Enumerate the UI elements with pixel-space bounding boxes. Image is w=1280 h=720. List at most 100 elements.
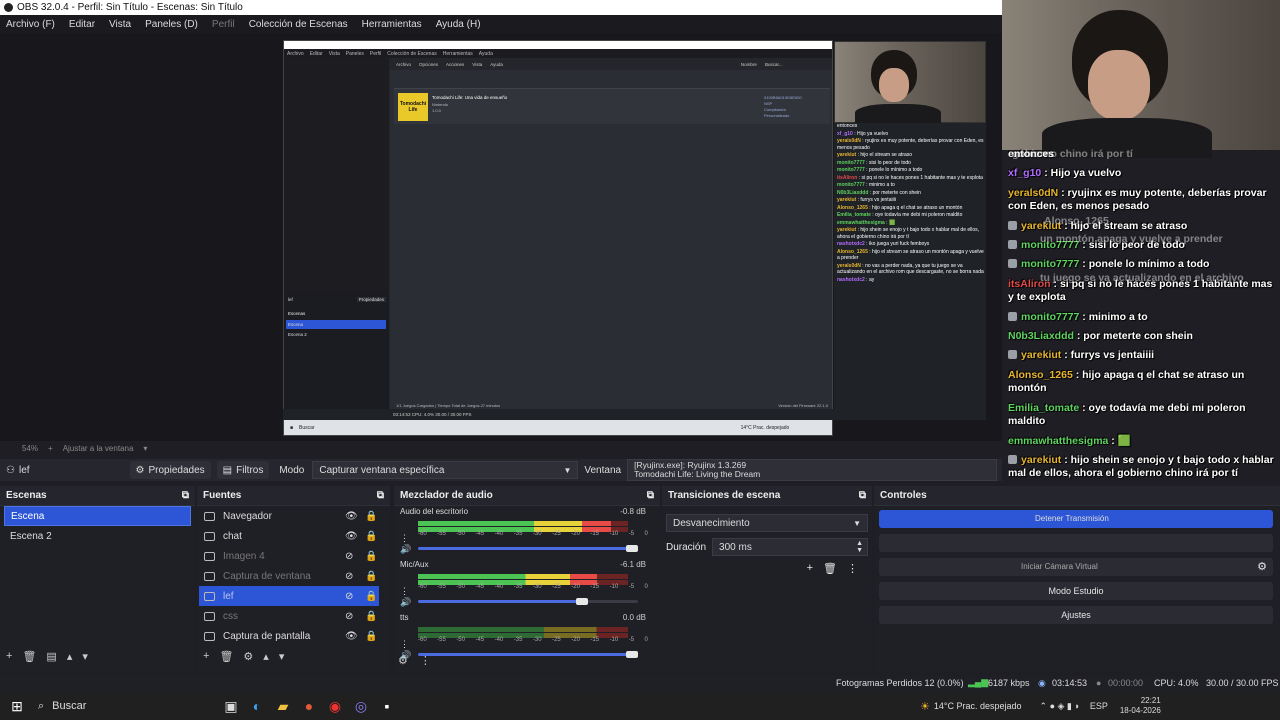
arrow-down-icon[interactable]: ▾ bbox=[82, 650, 88, 663]
trash-icon[interactable]: 🗑 bbox=[219, 650, 233, 663]
lock-icon[interactable]: 🔒 bbox=[365, 511, 377, 522]
tomodachi-app-icon[interactable]: ▪ bbox=[374, 693, 400, 719]
channel-menu-dots-icon[interactable]: ⋮ bbox=[400, 533, 409, 544]
scene-item[interactable]: Escena 2 bbox=[4, 526, 191, 546]
eye-icon[interactable]: 👁 bbox=[345, 531, 358, 542]
eye-icon[interactable]: 👁 bbox=[345, 511, 358, 522]
duration-input[interactable]: 300 ms ▲ ▼ bbox=[712, 538, 868, 556]
filters-button[interactable]: ▤ Filtros bbox=[216, 461, 270, 479]
source-item[interactable]: Navegador 👁 🔒 bbox=[199, 506, 379, 526]
add-icon[interactable]: + bbox=[6, 650, 12, 662]
source-item[interactable]: lef ⊘ 🔒 bbox=[199, 586, 379, 606]
channel-menu-dots-icon[interactable]: ⋮ bbox=[400, 639, 409, 650]
task-view-icon[interactable]: ▣ bbox=[218, 693, 244, 719]
menu-editar[interactable]: Editar bbox=[69, 19, 95, 30]
menu-dots-icon[interactable]: ⋮ bbox=[847, 562, 858, 575]
properties-button[interactable]: ⚙ Propiedades bbox=[129, 461, 211, 479]
menu-perfil[interactable]: Perfil bbox=[212, 19, 235, 30]
gear-icon[interactable]: ⚙ bbox=[1257, 560, 1267, 573]
menu-ayuda[interactable]: Ayuda (H) bbox=[436, 19, 481, 30]
lock-icon[interactable]: 🔒 bbox=[365, 591, 377, 602]
chat-ghost-text: tu juego se va actualizando en el archiv… bbox=[1040, 272, 1244, 284]
arrow-up-icon[interactable]: ▴ bbox=[67, 650, 73, 663]
scale-tick: -5 bbox=[628, 584, 635, 590]
obs-taskbar-icon[interactable]: ◎ bbox=[348, 693, 374, 719]
trash-icon[interactable]: 🗑 bbox=[22, 650, 36, 663]
volume-knob[interactable] bbox=[626, 545, 638, 552]
transitions-dock-header: Transiciones de escena ⧉ bbox=[662, 486, 872, 506]
lock-icon[interactable]: 🔒 bbox=[365, 611, 377, 622]
taskbar-search[interactable]: ⌕ Buscar bbox=[38, 700, 218, 713]
taskbar-language[interactable]: ESP bbox=[1090, 701, 1108, 711]
source-item[interactable]: Captura de pantalla 👁 🔒 bbox=[199, 626, 379, 646]
file-explorer-icon[interactable]: ▰ bbox=[270, 693, 296, 719]
channel-menu-dots-icon[interactable]: ⋮ bbox=[400, 586, 409, 597]
chrome-icon[interactable]: ◉ bbox=[322, 693, 348, 719]
source-item[interactable]: css ⊘ 🔒 bbox=[199, 606, 379, 626]
speaker-icon[interactable]: 🔊 bbox=[400, 597, 411, 608]
arrow-down-icon[interactable]: ▾ bbox=[279, 650, 285, 663]
chat-username: yerals0dN bbox=[1008, 186, 1059, 199]
tray-icons[interactable]: ⌃ ● ◈ ▮ ◗ bbox=[1040, 701, 1080, 712]
scale-tick: -60 bbox=[418, 531, 427, 537]
studio-mode-button[interactable]: Modo Estudio bbox=[879, 582, 1273, 600]
volume-slider[interactable] bbox=[418, 598, 638, 605]
source-item[interactable]: chat 👁 🔒 bbox=[199, 526, 379, 546]
volume-slider[interactable] bbox=[418, 651, 638, 658]
search-icon: ⌕ bbox=[38, 699, 45, 712]
virtual-camera-button[interactable]: Iniciar Cámara Virtual ⚙ bbox=[879, 558, 1273, 576]
zoom-fit[interactable]: Ajustar a la ventana bbox=[63, 444, 134, 453]
edge-icon[interactable]: ◐ bbox=[244, 693, 270, 719]
menu-coleccion-escenas[interactable]: Colección de Escenas bbox=[249, 19, 348, 30]
window-select[interactable]: [Ryujinx.exe]: Ryujinx 1.3.269 Tomodachi… bbox=[627, 459, 998, 481]
source-item[interactable]: Captura de ventana ⊘ 🔒 bbox=[199, 566, 379, 586]
spinner-icon[interactable]: ▲ ▼ bbox=[856, 540, 863, 554]
eye-hidden-icon[interactable]: ⊘ bbox=[345, 591, 353, 602]
transition-type-select[interactable]: Desvanecimiento ▼ bbox=[666, 514, 868, 532]
menu-dots-icon[interactable]: ⋮ bbox=[420, 654, 431, 667]
badge-icon bbox=[1008, 311, 1017, 321]
dock-undock-icon[interactable]: ⧉ bbox=[647, 490, 654, 501]
gear-icon[interactable]: ⚙ bbox=[398, 654, 408, 667]
add-icon[interactable]: + bbox=[807, 562, 813, 575]
start-recording-button[interactable] bbox=[879, 534, 1273, 552]
dock-undock-icon[interactable]: ⧉ bbox=[377, 490, 384, 501]
eye-hidden-icon[interactable]: ⊘ bbox=[345, 551, 353, 562]
windows-start-icon[interactable]: ⊞ bbox=[4, 693, 30, 719]
lock-icon[interactable]: 🔒 bbox=[365, 531, 377, 542]
lock-icon[interactable]: 🔒 bbox=[365, 571, 377, 582]
add-icon[interactable]: + bbox=[203, 650, 209, 662]
scene-item[interactable]: Escena bbox=[4, 506, 191, 526]
preview-chat-username: monito7777 bbox=[837, 182, 865, 188]
window-title: OBS 32.0.4 - Perfil: Sin Título - Escena… bbox=[17, 2, 243, 13]
microphone-app-icon[interactable]: ● bbox=[296, 693, 322, 719]
volume-knob[interactable] bbox=[576, 598, 589, 605]
stop-stream-button[interactable]: Detener Transmisión bbox=[879, 510, 1273, 528]
menu-paneles[interactable]: Paneles (D) bbox=[145, 19, 198, 30]
dock-undock-icon[interactable]: ⧉ bbox=[859, 490, 866, 501]
eye-icon[interactable]: 👁 bbox=[345, 631, 358, 642]
volume-slider[interactable] bbox=[418, 545, 638, 552]
source-item[interactable]: Imagen 4 ⊘ 🔒 bbox=[199, 546, 379, 566]
arrow-up-icon[interactable]: ▴ bbox=[263, 650, 269, 663]
mode-select[interactable]: Capturar ventana específica ▼ bbox=[312, 461, 579, 479]
preview-canvas[interactable]: Archivo Editar Vista Paneles Perfil Cole… bbox=[283, 40, 833, 436]
filter-icon[interactable]: ▤ bbox=[46, 650, 56, 663]
lock-icon[interactable]: 🔒 bbox=[365, 551, 377, 562]
taskbar-clock[interactable]: 22:21 18-04-2026 bbox=[1120, 696, 1161, 716]
zoom-percent[interactable]: 54% bbox=[22, 444, 38, 453]
volume-knob[interactable] bbox=[626, 651, 638, 658]
eye-hidden-icon[interactable]: ⊘ bbox=[345, 571, 353, 582]
menu-archivo[interactable]: Archivo (F) bbox=[6, 19, 55, 30]
zoom-add-icon[interactable]: + bbox=[48, 444, 53, 453]
speaker-icon[interactable]: 🔊 bbox=[400, 544, 411, 555]
dock-undock-icon[interactable]: ⧉ bbox=[182, 490, 189, 501]
settings-button[interactable]: Ajustes bbox=[879, 606, 1273, 624]
trash-icon[interactable]: 🗑 bbox=[823, 562, 837, 575]
menu-vista[interactable]: Vista bbox=[109, 19, 131, 30]
eye-hidden-icon[interactable]: ⊘ bbox=[345, 611, 353, 622]
lock-icon[interactable]: 🔒 bbox=[365, 631, 377, 642]
zoom-dropdown-icon[interactable]: ▾ bbox=[143, 444, 147, 453]
menu-herramientas[interactable]: Herramientas bbox=[362, 19, 422, 30]
gear-icon[interactable]: ⚙ bbox=[243, 650, 253, 663]
